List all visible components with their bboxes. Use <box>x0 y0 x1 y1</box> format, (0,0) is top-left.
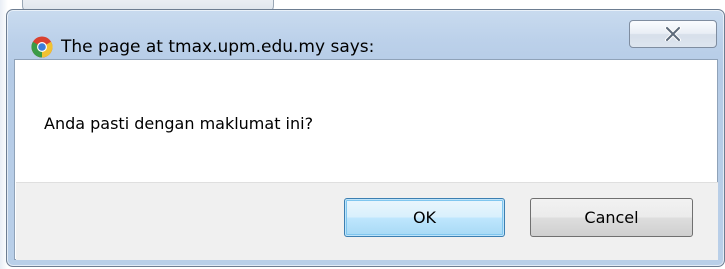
close-button[interactable] <box>629 20 717 48</box>
ok-button[interactable]: OK <box>344 198 505 237</box>
close-icon <box>665 27 681 41</box>
screen: The page at tmax.upm.edu.my says: Anda p… <box>0 0 725 269</box>
dialog-titlebar[interactable]: The page at tmax.upm.edu.my says: <box>7 10 724 60</box>
chrome-icon <box>31 36 53 58</box>
cancel-button[interactable]: Cancel <box>530 198 693 237</box>
confirm-dialog: The page at tmax.upm.edu.my says: Anda p… <box>6 9 725 267</box>
dialog-body: Anda pasti dengan maklumat ini? OK Cance… <box>14 59 718 260</box>
dialog-title: The page at tmax.upm.edu.my says: <box>61 37 375 57</box>
dialog-button-bar: OK Cancel <box>16 182 718 260</box>
dialog-message: Anda pasti dengan maklumat ini? <box>44 114 314 133</box>
